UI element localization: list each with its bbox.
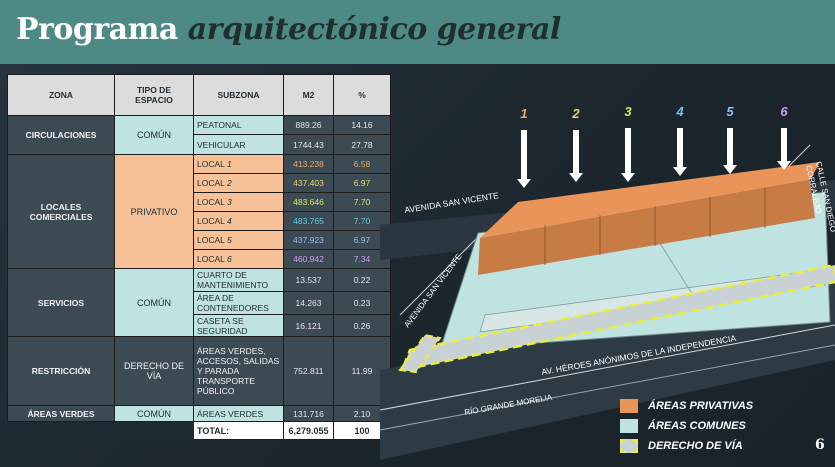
m2-cell: 752.811 — [283, 336, 334, 406]
local-number-label: 3 — [624, 104, 632, 119]
page-number: 6 — [815, 437, 825, 453]
subzona-cell: ÁREAS VERDES — [193, 405, 284, 422]
zona-servicios: SERVICIOS — [7, 268, 115, 337]
table-row: RESTRICCIÓN DERECHO DE VÍA ÁREAS VERDES,… — [7, 336, 391, 406]
street-label: AVENIDA SAN VICENTE — [404, 190, 500, 215]
local-arrow-head — [673, 167, 687, 176]
header-tipo: TIPO DE ESPACIO — [114, 74, 194, 116]
tipo-derecho: DERECHO DE VÍA — [114, 336, 194, 406]
table-row: LOCALES COMERCIALES PRIVATIVO LOCAL 1 41… — [7, 154, 391, 269]
legend-item: DERECHO DE VÍA — [620, 436, 753, 456]
zona-areas-verdes: ÁREAS VERDES — [7, 405, 115, 422]
m2-cell: 460.942 — [283, 249, 334, 269]
header-zona: ZONA — [7, 74, 115, 116]
site-plan: 123456 AVENIDA SAN VICENTE AVENIDA SAN V… — [380, 104, 835, 460]
m2-cell: 13.537 — [283, 268, 334, 292]
local-number-label: 1 — [520, 106, 527, 121]
tipo-comun: COMÚN — [114, 268, 194, 337]
table-row: SERVICIOS COMÚN CUARTO DE MANTENIMIENTO … — [7, 268, 391, 337]
tipo-privativo: PRIVATIVO — [114, 154, 194, 269]
local-number-label: 5 — [726, 104, 734, 119]
zona-restriccion: RESTRICCIÓN — [7, 336, 115, 406]
total-row: TOTAL: 6,279.055 100 — [7, 421, 391, 440]
title-main: Programa — [16, 12, 178, 47]
subzona-cell: PEATONAL — [193, 115, 284, 135]
title-italic: arquitectónico general — [187, 12, 562, 47]
tipo-comun: COMÚN — [114, 405, 194, 422]
m2-cell: 483.765 — [283, 211, 334, 231]
header-bar: Programa arquitectónico general — [0, 0, 835, 64]
total-m2: 6,279.055 — [283, 421, 334, 440]
subzona-cell: LOCAL 4 — [193, 211, 284, 231]
zona-locales: LOCALES COMERCIALES — [7, 154, 115, 269]
m2-cell: 16.121 — [283, 314, 334, 337]
page-title: Programa arquitectónico general — [16, 12, 561, 47]
subzona-cell: LOCAL 3 — [193, 192, 284, 212]
subzona-cell: LOCAL 5 — [193, 230, 284, 250]
header-m2: M2 — [283, 74, 334, 116]
legend-swatch-private — [620, 399, 638, 413]
subzona-cell: CASETA SE SEGURIDAD — [193, 314, 284, 337]
legend-item: ÁREAS PRIVATIVAS — [620, 396, 753, 416]
legend-swatch-right-of-way — [620, 439, 638, 453]
table-row: ÁREAS VERDES COMÚN ÁREAS VERDES 131.716 … — [7, 405, 391, 422]
tipo-comun: COMÚN — [114, 115, 194, 155]
subzona-cell: CUARTO DE MANTENIMIENTO — [193, 268, 284, 292]
m2-cell: 413.238 — [283, 154, 334, 174]
m2-cell: 483.646 — [283, 192, 334, 212]
local-number-label: 6 — [780, 104, 788, 119]
program-table: ZONA TIPO DE ESPACIO SUBZONA M2 % CIRCUL… — [7, 74, 391, 440]
local-number-label: 2 — [571, 106, 580, 121]
legend: ÁREAS PRIVATIVAS ÁREAS COMUNES DERECHO D… — [620, 396, 753, 456]
m2-cell: 889.26 — [283, 115, 334, 135]
subzona-cell: LOCAL 2 — [193, 173, 284, 193]
m2-cell: 14.263 — [283, 291, 334, 315]
legend-swatch-common — [620, 419, 638, 433]
table-header-row: ZONA TIPO DE ESPACIO SUBZONA M2 % — [7, 74, 391, 116]
m2-cell: 437.403 — [283, 173, 334, 193]
m2-cell: 131.716 — [283, 405, 334, 422]
m2-cell: 1744.43 — [283, 134, 334, 155]
local-arrow-head — [569, 173, 583, 182]
subzona-cell: VEHICULAR — [193, 134, 284, 155]
local-number-label: 4 — [675, 104, 684, 119]
subzona-cell: ÁREA DE CONTENEDORES — [193, 291, 284, 315]
header-subzona: SUBZONA — [193, 74, 284, 116]
local-arrow-head — [517, 179, 531, 188]
table-row: CIRCULACIONES COMÚN PEATONAL 889.26 14.1… — [7, 115, 391, 155]
zona-circulaciones: CIRCULACIONES — [7, 115, 115, 155]
subzona-cell: ÁREAS VERDES, ACCESOS, SALIDAS Y PARADA … — [193, 336, 284, 406]
legend-item: ÁREAS COMUNES — [620, 416, 753, 436]
subzona-cell: LOCAL 6 — [193, 249, 284, 269]
m2-cell: 437.923 — [283, 230, 334, 250]
local-arrow-head — [621, 173, 635, 182]
local-arrow-head — [723, 165, 737, 174]
total-label: TOTAL: — [193, 421, 284, 440]
subzona-cell: LOCAL 1 — [193, 154, 284, 174]
